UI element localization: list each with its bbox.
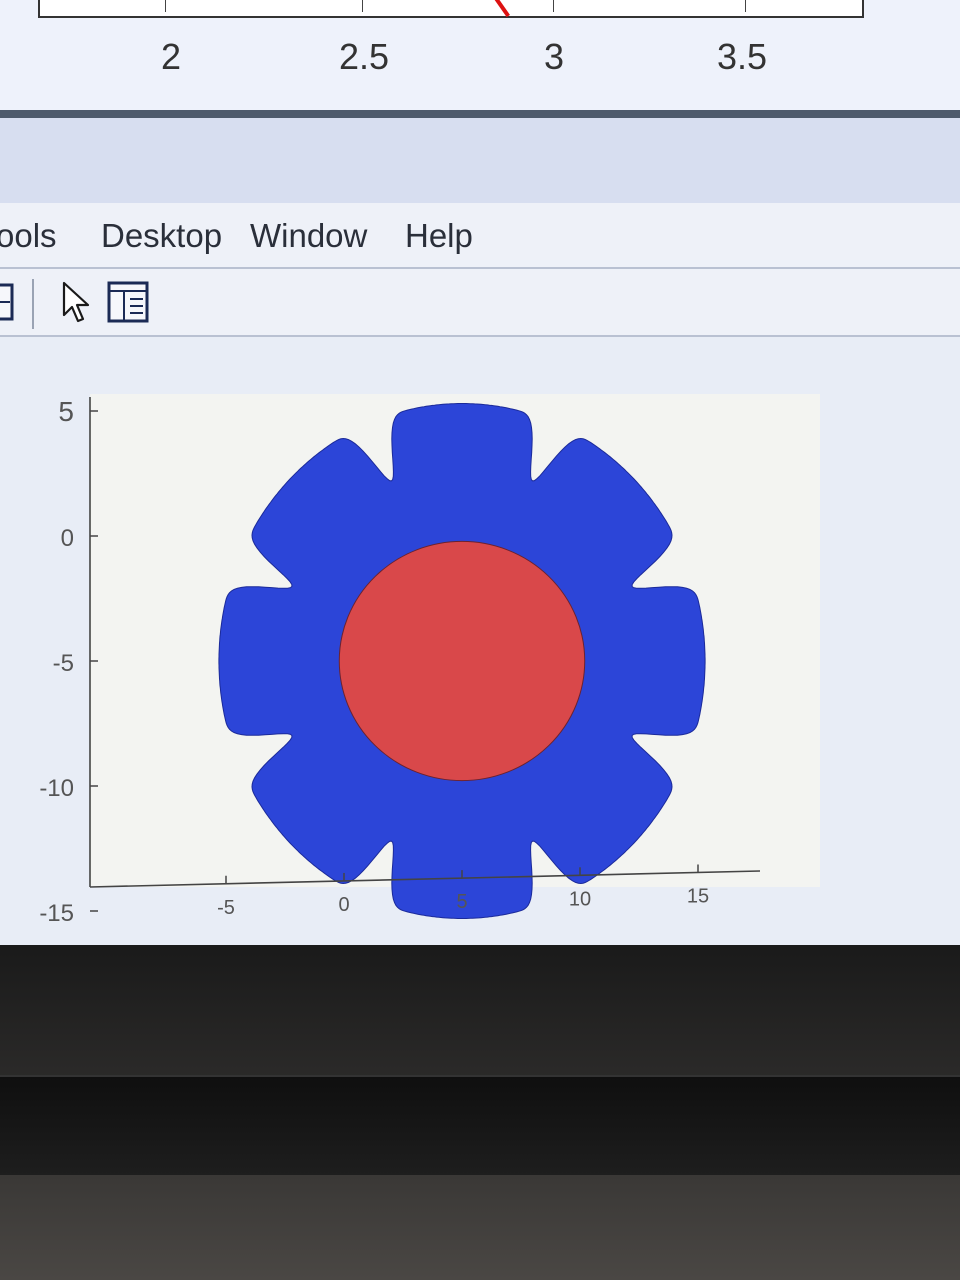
y-tick-label: -5 (53, 650, 74, 677)
screen: 2 2.5 3 3.5 ools Desktop Window Help 5 0… (0, 0, 960, 945)
previous-x-tick-label: 3.5 (716, 36, 768, 77)
y-tick-label: -15 (39, 900, 74, 927)
previous-x-tick-label: 2 (160, 36, 182, 77)
menu-help[interactable]: Help (405, 217, 473, 255)
x-tick-label: -5 (217, 897, 235, 919)
y-tick-label: -10 (39, 775, 74, 802)
previous-x-tick (553, 0, 554, 12)
docking-icon[interactable] (0, 281, 16, 325)
x-tick-label: 15 (687, 885, 709, 907)
previous-x-tick (745, 0, 746, 12)
x-tick-label: 5 (456, 891, 467, 913)
y-tick-label: 5 (58, 396, 74, 427)
x-tick-label: 0 (338, 894, 349, 916)
menu-desktop[interactable]: Desktop (101, 217, 222, 255)
laptop-base-edge (0, 1175, 960, 1280)
laptop-hinge (0, 1075, 960, 1177)
previous-axes-box (38, 0, 864, 18)
window-title-area (0, 118, 960, 203)
menu-window[interactable]: Window (250, 217, 367, 255)
pointer-arrow-icon[interactable] (60, 281, 94, 325)
toolbar-separator (32, 279, 34, 329)
menu-bar: ools Desktop Window Help (0, 203, 960, 269)
x-tick-label: 10 (569, 888, 591, 910)
disc-shape (338, 540, 586, 782)
previous-figure-window: 2 2.5 3 3.5 (0, 0, 960, 115)
previous-x-tick (165, 0, 166, 12)
property-inspector-icon[interactable] (107, 281, 151, 325)
plot-svg: 5 0 -5 -10 -15 -5 0 5 10 15 (39, 394, 820, 927)
figure-toolbar (0, 269, 960, 337)
window-divider (0, 110, 960, 118)
figure-canvas: 5 0 -5 -10 -15 -5 0 5 10 15 (0, 337, 960, 945)
y-tick-label: 0 (61, 525, 74, 552)
previous-x-tick-label: 3 (543, 36, 565, 77)
previous-x-tick (362, 0, 363, 12)
previous-x-tick-label: 2.5 (338, 36, 390, 77)
menu-tools[interactable]: ools (0, 217, 57, 255)
